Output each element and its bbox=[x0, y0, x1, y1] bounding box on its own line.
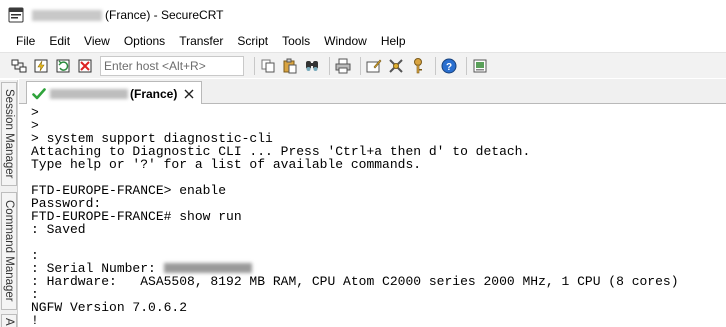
toolbar-separator bbox=[360, 56, 361, 75]
menu-view[interactable]: View bbox=[77, 30, 117, 52]
global-options-icon[interactable] bbox=[387, 57, 405, 75]
session-options-icon[interactable] bbox=[365, 57, 383, 75]
terminal-line: FTD-EUROPE-FRANCE> enable bbox=[31, 183, 227, 198]
third-manager-tab[interactable]: A bbox=[1, 314, 17, 327]
session-manager-label: Session Manager bbox=[3, 89, 15, 179]
find-icon[interactable] bbox=[303, 57, 321, 75]
copy-icon[interactable] bbox=[259, 57, 277, 75]
window-title: (France) - SecureCRT bbox=[105, 8, 224, 22]
menu-help[interactable]: Help bbox=[374, 30, 413, 52]
command-manager-label: Command Manager bbox=[3, 200, 15, 302]
title-bar: (France) - SecureCRT bbox=[0, 0, 726, 30]
side-manager-panel: Session Manager Command Manager A bbox=[0, 80, 18, 327]
toolbar-separator bbox=[329, 56, 330, 75]
securecrt-icon bbox=[8, 7, 24, 23]
menu-options[interactable]: Options bbox=[117, 30, 172, 52]
session-manager-tab[interactable]: Session Manager bbox=[1, 82, 17, 186]
terminal-line: NGFW Version 7.0.6.2 bbox=[31, 300, 188, 315]
menu-transfer[interactable]: Transfer bbox=[172, 30, 230, 52]
menu-bar: File Edit View Options Transfer Script T… bbox=[0, 30, 726, 52]
session-tab-strip: (France) bbox=[19, 79, 726, 105]
toolbar: ? bbox=[0, 52, 726, 78]
redacted-serial bbox=[163, 263, 252, 273]
redacted-session-name bbox=[50, 88, 128, 99]
disconnect-icon[interactable] bbox=[76, 57, 94, 75]
redacted-title bbox=[32, 9, 102, 21]
menu-tools[interactable]: Tools bbox=[275, 30, 317, 52]
svg-text:?: ? bbox=[446, 62, 452, 73]
terminal-line: : Hardware: ASA5508, 8192 MB RAM, CPU At… bbox=[31, 274, 679, 289]
help-icon[interactable]: ? bbox=[440, 57, 458, 75]
toolbar-separator bbox=[435, 56, 436, 75]
terminal-line: Type help or '?' for a list of available… bbox=[31, 157, 422, 172]
reconnect-icon[interactable] bbox=[54, 57, 72, 75]
screenshot-icon[interactable] bbox=[471, 57, 489, 75]
paste-icon[interactable] bbox=[281, 57, 299, 75]
keymap-icon[interactable] bbox=[409, 57, 427, 75]
command-manager-tab[interactable]: Command Manager bbox=[1, 192, 17, 310]
connected-check-icon bbox=[32, 87, 46, 99]
terminal-output[interactable]: > > > system support diagnostic-cli Atta… bbox=[26, 104, 726, 327]
terminal-line: ! bbox=[31, 313, 39, 327]
third-manager-label: A bbox=[3, 318, 15, 326]
menu-window[interactable]: Window bbox=[317, 30, 374, 52]
print-icon[interactable] bbox=[334, 57, 352, 75]
terminal-line: > bbox=[31, 105, 39, 120]
terminal-line: FTD-EUROPE-FRANCE# show run bbox=[31, 209, 242, 224]
terminal-line: : Saved bbox=[31, 222, 86, 237]
quick-connect-icon[interactable] bbox=[32, 57, 50, 75]
menu-script[interactable]: Script bbox=[230, 30, 275, 52]
toolbar-separator bbox=[466, 56, 467, 75]
close-icon[interactable] bbox=[184, 89, 194, 99]
session-tab[interactable]: (France) bbox=[26, 81, 202, 105]
enter-host-input[interactable] bbox=[100, 55, 244, 76]
menu-file[interactable]: File bbox=[9, 30, 42, 52]
session-tab-label: (France) bbox=[130, 86, 178, 101]
connect-icon[interactable] bbox=[10, 57, 28, 75]
toolbar-separator bbox=[254, 56, 255, 75]
menu-edit[interactable]: Edit bbox=[42, 30, 77, 52]
